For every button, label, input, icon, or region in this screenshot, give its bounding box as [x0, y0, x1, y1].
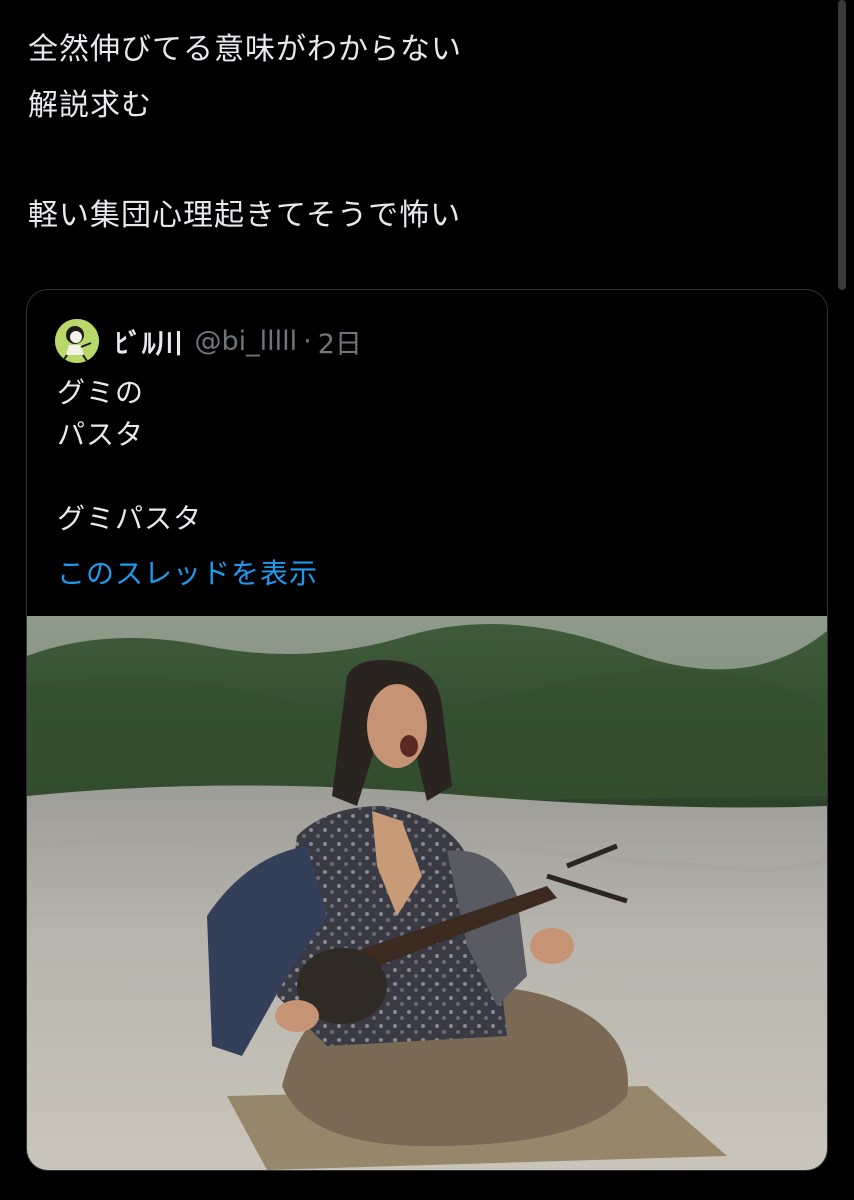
quoted-tweet-text: グミの パスタ グミパスタ [57, 372, 202, 540]
quote-line-break [57, 456, 202, 498]
timestamp[interactable]: 2日 [318, 322, 362, 361]
user-handle[interactable]: @bi_lllll [195, 326, 298, 357]
quote-line: グミパスタ [57, 502, 203, 535]
tweet-text: 全然伸びてる意味がわからない 解説求む 軽い集団心理起きてそうで怖い [28, 22, 808, 244]
tweet-line-break [28, 134, 808, 188]
tweet-line: 全然伸びてる意味がわからない [28, 32, 462, 67]
cartoon-character-avatar-icon [55, 319, 99, 363]
separator-dot: · [303, 325, 312, 357]
quoted-tweet-card[interactable]: ﾋﾞﾙ川 @bi_lllll · 2日 グミの パスタ グミパスタ このスレッド… [26, 289, 828, 1171]
tweet-line: 軽い集団心理起きてそうで怖い [28, 198, 462, 233]
quote-line: パスタ [57, 418, 145, 451]
display-name[interactable]: ﾋﾞﾙ川 [115, 322, 183, 361]
show-thread-link[interactable]: このスレッドを表示 [57, 552, 318, 592]
quote-line: グミの [57, 376, 145, 409]
quoted-tweet-header: ﾋﾞﾙ川 @bi_lllll · 2日 [55, 319, 362, 363]
attached-photo[interactable] [27, 616, 827, 1170]
avatar[interactable] [55, 319, 99, 363]
scrollbar[interactable] [838, 0, 846, 290]
tweet-line: 解説求む [28, 88, 152, 123]
